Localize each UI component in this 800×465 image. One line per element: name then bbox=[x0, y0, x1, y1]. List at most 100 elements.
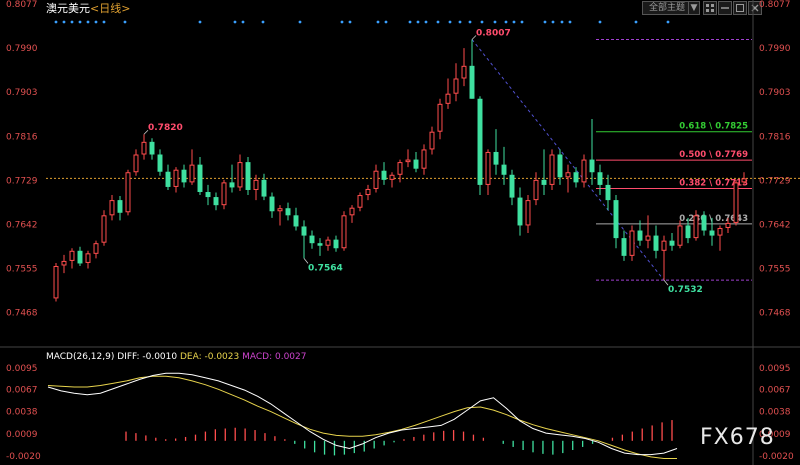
event-marker-dot bbox=[102, 20, 106, 24]
candle-body bbox=[389, 174, 395, 180]
watermark-logo: FX678 bbox=[700, 425, 775, 450]
event-marker-dot bbox=[376, 20, 380, 24]
event-marker-dot bbox=[568, 20, 572, 24]
candle-body bbox=[741, 178, 747, 183]
candle-body bbox=[413, 159, 419, 169]
candle-body bbox=[565, 172, 571, 178]
price-tick-label-right: 0.7555 bbox=[759, 265, 791, 275]
candle-body bbox=[269, 196, 275, 212]
annotation-label: 0.7532 bbox=[668, 285, 703, 295]
event-marker-dot bbox=[468, 20, 472, 24]
event-marker-dot bbox=[634, 20, 638, 24]
candle-body bbox=[533, 179, 539, 201]
candle-body bbox=[181, 169, 187, 183]
candle-body bbox=[197, 164, 203, 193]
price-tick-label-right: 0.7642 bbox=[759, 220, 791, 230]
candle-body bbox=[317, 243, 323, 246]
candle-body bbox=[717, 227, 723, 236]
price-tick-label-left: 0.8077 bbox=[6, 0, 38, 10]
candle-body bbox=[549, 154, 555, 185]
candle-body bbox=[453, 78, 459, 94]
candle-body bbox=[517, 197, 523, 226]
macd-header: MACD(26,12,9) DIFF: -0.0010 DEA: -0.0023… bbox=[46, 352, 306, 362]
macd-tick-label-right: 0.0038 bbox=[759, 408, 791, 418]
candle-body bbox=[69, 250, 75, 261]
price-tick-label-right: 0.7990 bbox=[759, 44, 791, 54]
macd-tick-label-left: 0.0095 bbox=[6, 364, 38, 374]
event-marker-dot bbox=[123, 20, 127, 24]
price-tick-label-left: 0.7468 bbox=[6, 309, 38, 319]
event-marker-dot bbox=[384, 20, 388, 24]
candle-body bbox=[581, 159, 587, 183]
candle-body bbox=[325, 239, 331, 246]
event-marker-dot bbox=[408, 20, 412, 24]
candle-body bbox=[357, 195, 363, 208]
candle-body bbox=[605, 184, 611, 201]
macd-tick-label-left: -0.0020 bbox=[6, 452, 41, 462]
event-marker-dot bbox=[241, 20, 245, 24]
candle-body bbox=[469, 65, 475, 99]
candle-body bbox=[421, 149, 427, 169]
candle-body bbox=[573, 172, 579, 183]
price-tick-label-left: 0.7903 bbox=[6, 88, 38, 98]
candle-body bbox=[173, 169, 179, 187]
candle-body bbox=[397, 162, 403, 175]
candle-body bbox=[373, 170, 379, 189]
event-marker-dot bbox=[78, 20, 82, 24]
event-marker-dot bbox=[348, 20, 352, 24]
candle-body bbox=[93, 243, 99, 254]
price-tick-label-right: 0.8077 bbox=[759, 0, 791, 10]
macd-dea-label: DEA: -0.0023 bbox=[179, 352, 240, 362]
candle-body bbox=[293, 215, 299, 227]
candle-body bbox=[709, 230, 715, 236]
candle-body bbox=[637, 230, 643, 241]
candle-body bbox=[61, 260, 67, 266]
candle-body bbox=[285, 208, 291, 216]
candle-body bbox=[613, 200, 619, 239]
price-tick-label-right: 0.7468 bbox=[759, 309, 791, 319]
event-marker-dot bbox=[512, 20, 516, 24]
candle-body bbox=[333, 239, 339, 249]
candle-body bbox=[445, 93, 451, 104]
event-marker-dot bbox=[416, 20, 420, 24]
event-marker-dot bbox=[298, 20, 302, 24]
candle-body bbox=[189, 164, 195, 183]
candle-body bbox=[109, 200, 115, 216]
candle-body bbox=[165, 171, 171, 187]
event-marker-dot bbox=[340, 20, 344, 24]
event-marker-dot bbox=[520, 20, 524, 24]
candle-body bbox=[405, 159, 411, 163]
candle-body bbox=[205, 192, 211, 198]
chart-canvas[interactable]: 0.8077 0.8077 0.7990 0.7990 0.7903 0.7903 0.78… bbox=[0, 0, 800, 465]
candle-body bbox=[461, 65, 467, 79]
candle-body bbox=[157, 154, 163, 172]
event-marker-dot bbox=[458, 20, 462, 24]
fib-level-label: 0.618 \ 0.7825 bbox=[679, 122, 748, 132]
candle-body bbox=[541, 179, 547, 185]
macd-tick-label-left: 0.0009 bbox=[6, 430, 38, 440]
candle-body bbox=[645, 235, 651, 241]
candle-body bbox=[85, 253, 91, 263]
candle-body bbox=[349, 207, 355, 216]
annotation-label: 0.8007 bbox=[476, 28, 511, 38]
candle-body bbox=[661, 240, 667, 251]
candle-body bbox=[493, 151, 499, 165]
candle-body bbox=[701, 215, 707, 231]
event-marker-dot bbox=[598, 20, 602, 24]
event-marker-dot bbox=[436, 20, 440, 24]
candle-body bbox=[733, 182, 739, 223]
candle-body bbox=[677, 225, 683, 246]
event-marker-dot bbox=[62, 20, 66, 24]
macd-title: MACD(26,12,9) bbox=[46, 352, 115, 362]
event-marker-dot bbox=[448, 20, 452, 24]
price-tick-label-left: 0.7555 bbox=[6, 265, 38, 275]
candle-body bbox=[245, 162, 251, 190]
candle-body bbox=[629, 230, 635, 256]
event-marker-dot bbox=[666, 20, 670, 24]
price-tick-label-left: 0.7729 bbox=[6, 176, 38, 186]
candle-body bbox=[101, 215, 107, 243]
annotation-label: 0.7564 bbox=[308, 263, 343, 273]
price-tick-label-right: 0.7816 bbox=[759, 132, 791, 142]
event-marker-dot bbox=[543, 20, 547, 24]
candle-body bbox=[597, 172, 603, 185]
